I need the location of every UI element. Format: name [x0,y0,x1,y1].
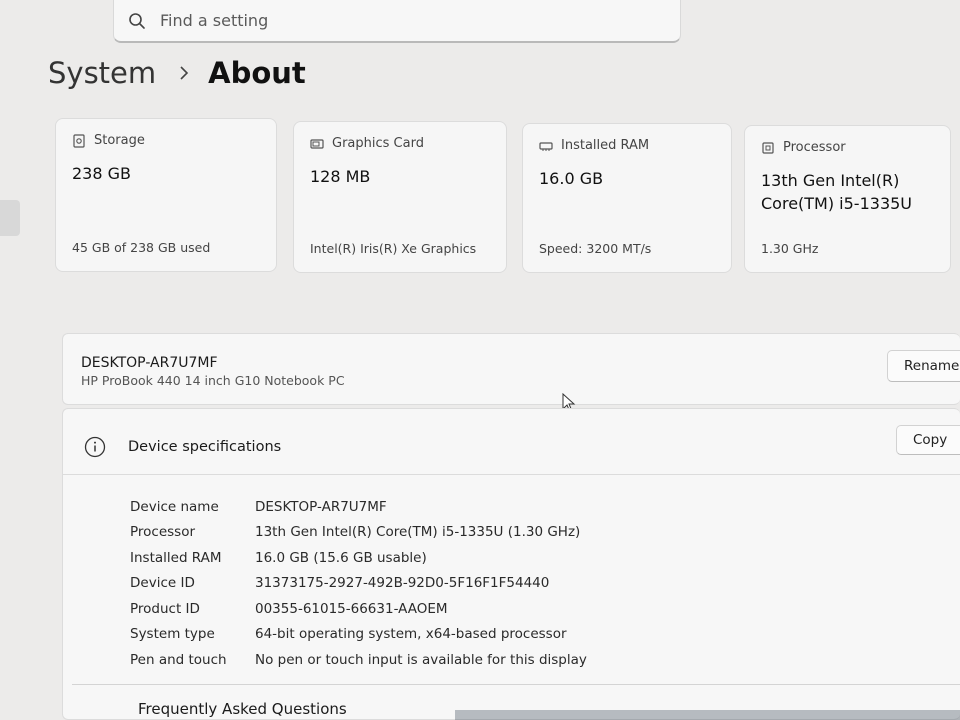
ram-icon [539,141,553,151]
breadcrumb-system[interactable]: System [48,56,156,90]
device-specifications-header[interactable]: Device specifications [84,436,281,458]
processor-value: 13th Gen Intel(R) Core(TM) i5-1335U [761,169,934,215]
spec-key: Device name [130,498,219,515]
graphics-card-card[interactable]: Graphics Card 128 MB Intel(R) Iris(R) Xe… [293,121,507,273]
search-box[interactable]: Find a setting [113,0,681,43]
installed-ram-label: Installed RAM [561,138,650,153]
spec-key: Pen and touch [130,651,227,668]
spec-key: Device ID [130,575,195,592]
ram-speed: Speed: 3200 MT/s [539,241,652,256]
storage-usage: 45 GB of 238 GB used [72,240,211,255]
search-icon [129,12,145,29]
copy-button[interactable]: Copy [896,425,960,455]
processor-card[interactable]: Processor 13th Gen Intel(R) Core(TM) i5-… [744,125,951,273]
processor-value-line1: 13th Gen Intel(R) [761,171,900,190]
processor-icon [762,141,774,154]
rename-button[interactable]: Rename [887,350,960,382]
spec-value: DESKTOP-AR7U7MF [255,498,387,515]
storage-label: Storage [94,133,145,148]
spec-row: Product ID 00355-61015-66631-AAOEM [130,596,587,622]
divider [72,684,960,685]
device-specifications-title: Device specifications [128,439,282,455]
spec-key: Processor [130,524,196,541]
search-input[interactable]: Find a setting [160,11,268,30]
left-edge-tab [0,200,20,236]
storage-icon [73,133,85,148]
spec-value: 64-bit operating system, x64-based proce… [255,626,567,643]
spec-list: Device name DESKTOP-AR7U7MF Processor 13… [130,494,587,673]
device-name-panel: DESKTOP-AR7U7MF HP ProBook 440 14 inch G… [62,333,960,405]
taskbar-strip [455,710,960,720]
spec-key: Installed RAM [130,549,222,566]
spec-row: Installed RAM 16.0 GB (15.6 GB usable) [130,545,587,571]
device-name: DESKTOP-AR7U7MF [81,355,218,371]
graphics-card-name: Intel(R) Iris(R) Xe Graphics [310,241,477,256]
installed-ram-card[interactable]: Installed RAM 16.0 GB Speed: 3200 MT/s [522,123,732,273]
spec-key: System type [130,626,215,643]
processor-speed: 1.30 GHz [761,241,819,256]
spec-value: 13th Gen Intel(R) Core(TM) i5-1335U (1.3… [255,524,581,541]
graphics-card-value: 128 MB [310,167,371,186]
graphics-card-icon [310,138,324,149]
storage-value: 238 GB [72,164,131,183]
installed-ram-value: 16.0 GB [539,169,604,188]
device-model: HP ProBook 440 14 inch G10 Notebook PC [81,373,345,388]
page-title: About [208,56,306,90]
spec-value: 31373175-2927-492B-92D0-5F16F1F54440 [255,575,550,592]
chevron-right-icon [180,66,189,80]
faq-header[interactable]: Frequently Asked Questions [138,700,347,718]
spec-value: 16.0 GB (15.6 GB usable) [255,549,427,566]
spec-key: Product ID [130,600,200,617]
spec-value: 00355-61015-66631-AAOEM [255,600,448,617]
spec-row: Pen and touch No pen or touch input is a… [130,647,587,673]
info-icon [84,436,106,458]
spec-row: System type 64-bit operating system, x64… [130,622,587,648]
breadcrumb: System About [48,56,306,90]
spec-value: No pen or touch input is available for t… [255,651,587,668]
storage-card[interactable]: Storage 238 GB 45 GB of 238 GB used [55,118,277,272]
processor-label: Processor [783,140,846,155]
divider [62,474,960,475]
spec-row: Device name DESKTOP-AR7U7MF [130,494,587,520]
spec-row: Processor 13th Gen Intel(R) Core(TM) i5-… [130,520,587,546]
processor-value-line2: Core(TM) i5-1335U [761,194,913,213]
graphics-card-label: Graphics Card [332,136,424,151]
spec-row: Device ID 31373175-2927-492B-92D0-5F16F1… [130,571,587,597]
